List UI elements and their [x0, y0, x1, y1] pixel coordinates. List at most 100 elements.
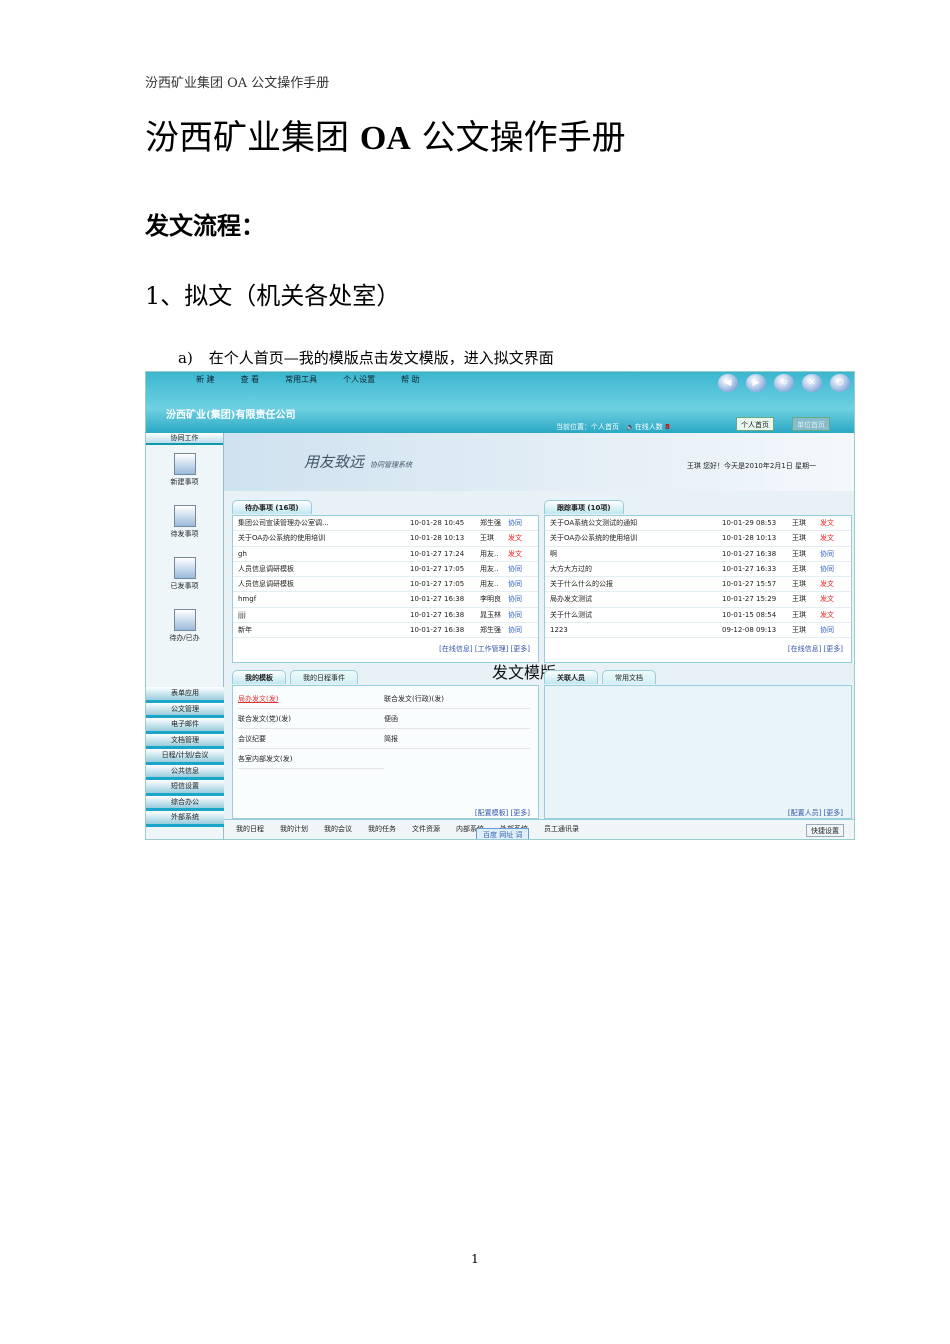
table-row[interactable]: 1223 09-12-08 09:13 王琪 协同 — [545, 623, 851, 639]
table-row[interactable]: 局办发文测试 10-01-27 15:29 王琪 发文 — [545, 592, 851, 608]
sidebar-item-forms[interactable]: 表单应用 — [146, 687, 224, 703]
sidebar-item-external[interactable]: 外部系统 — [146, 811, 224, 827]
panel-links[interactable]: [在线信息] [工作管理] [更多] — [233, 644, 538, 654]
item-date: 10-01-28 10:13 — [410, 534, 465, 543]
table-row[interactable]: 大方大方过的 10-01-27 16:33 王琪 协同 — [545, 562, 851, 578]
close-icon[interactable]: ✕ — [802, 374, 822, 392]
item-date: 10-01-27 17:05 — [410, 564, 465, 573]
item-person: 王琪 — [792, 626, 806, 635]
table-row[interactable]: 新年 10-01-27 16:38 郑生强 协同 — [233, 623, 538, 639]
item-kind: 发文 — [820, 519, 834, 527]
sidebar-item-public[interactable]: 公共信息 — [146, 764, 224, 780]
refresh-icon[interactable]: ↻ — [774, 374, 794, 392]
bottom-task[interactable]: 我的任务 — [368, 824, 396, 837]
table-row[interactable]: 集团公司宣读管理办公室调... 10-01-28 10:45 郑生强 协同 — [233, 516, 538, 532]
item-person: 王琪 — [480, 534, 494, 543]
menu-help[interactable]: 帮 助 — [401, 374, 420, 385]
item-person: 晁玉林 — [480, 610, 501, 619]
sidebar-item-email[interactable]: 电子邮件 — [146, 718, 224, 734]
item-title: 集团公司宣读管理办公室调... — [238, 519, 329, 527]
bottom-schedule[interactable]: 我的日程 — [236, 824, 264, 837]
item-date: 10-01-28 10:13 — [722, 534, 777, 543]
item-title: 人员信息调研模板 — [238, 564, 294, 573]
menu-new[interactable]: 新 建 — [196, 374, 215, 385]
item-date: 10-01-27 15:57 — [722, 580, 777, 589]
item-date: 10-01-27 16:38 — [410, 610, 465, 619]
sidebar-new[interactable]: 新建事项 — [146, 453, 223, 497]
sidebar-pending-send[interactable]: 待发事项 — [146, 505, 223, 549]
contacts-links[interactable]: [配置人员] [更多] — [788, 808, 851, 818]
table-row[interactable]: 关于什么什么的公报 10-01-27 15:57 王琪 发文 — [545, 577, 851, 593]
item-title: 关于OA办公系统的使用培训 — [238, 534, 326, 543]
menu-view[interactable]: 查 看 — [241, 374, 260, 385]
sidebar-item-documents[interactable]: 公文管理 — [146, 702, 224, 718]
item-person: 王琪 — [792, 595, 806, 604]
menu-settings[interactable]: 个人设置 — [343, 374, 375, 385]
sidebar-item-office[interactable]: 综合办公 — [146, 795, 224, 811]
forward-icon[interactable]: ▶ — [746, 374, 766, 392]
tab-my-schedule[interactable]: 我的日程事件 — [290, 670, 358, 684]
item-person: 王琪 — [792, 549, 806, 558]
banner: 用友致远 协同管理系统 王琪 您好！今天是2010年2月1日 星期一 — [224, 433, 854, 491]
template-item[interactable]: 会议纪要 — [238, 734, 384, 749]
tab-contacts[interactable]: 关联人员 — [544, 670, 598, 684]
sidebar-item-sms[interactable]: 短信设置 — [146, 780, 224, 796]
tab-pending[interactable]: 待办事项 (16项) — [232, 500, 312, 514]
item-person: 李明良 — [480, 595, 501, 604]
template-item[interactable]: 联合发文(行政)(发) — [384, 694, 530, 709]
item-person: 用友.. — [480, 564, 499, 573]
item-kind: 协同 — [820, 549, 834, 558]
bottom-directory[interactable]: 员工通讯录 — [544, 824, 579, 837]
unit-home-button[interactable]: 单位首页 — [792, 417, 830, 431]
sidebar: 协同工作 新建事项 待发事项 已发事项 待办/已办 表单应用 公文管理 电子邮件… — [146, 433, 224, 839]
sidebar-sent[interactable]: 已发事项 — [146, 557, 223, 601]
page-number: 1 — [471, 1252, 479, 1266]
template-links[interactable]: [配置模板] [更多] — [475, 808, 538, 818]
bottom-resources[interactable]: 文件资源 — [412, 824, 440, 837]
bottom-plan[interactable]: 我的计划 — [280, 824, 308, 837]
table-row[interactable]: 啊 10-01-27 16:38 王琪 协同 — [545, 547, 851, 562]
table-row[interactable]: 人员信息调研模板 10-01-27 17:05 用友.. 协同 — [233, 562, 538, 578]
item-kind: 发文 — [508, 549, 522, 558]
item-title: 新年 — [238, 626, 252, 635]
template-item[interactable]: 联合发文(党)(发) — [238, 714, 384, 729]
item-date: 10-01-27 16:38 — [410, 626, 465, 635]
table-row[interactable]: hmgf 10-01-27 16:38 李明良 协同 — [233, 592, 538, 608]
sidebar-item-schedule[interactable]: 日程/计划/会议 — [146, 749, 224, 765]
item-kind: 协同 — [508, 595, 522, 604]
running-header: 汾西矿业集团 OA 公文操作手册 — [145, 76, 330, 91]
template-item[interactable]: 局办发文(发) — [238, 694, 384, 709]
panel-links[interactable]: [在线信息] [更多] — [545, 644, 851, 654]
item-date: 10-01-15 08:54 — [722, 610, 777, 619]
sidebar-item-files[interactable]: 文档管理 — [146, 733, 224, 749]
search-bar[interactable]: 百度 网址 词 — [476, 828, 530, 839]
tab-common-docs[interactable]: 常用文档 — [602, 670, 656, 684]
logout-icon[interactable]: ⏻ — [830, 374, 850, 392]
item-kind: 发文 — [508, 534, 522, 543]
table-row[interactable]: jjjj 10-01-27 16:38 晁玉林 协同 — [233, 608, 538, 624]
contacts-panel: [配置人员] [更多] — [544, 685, 852, 819]
template-item[interactable]: 各室内部发文(发) — [238, 754, 384, 769]
personal-home-button[interactable]: 个人首页 — [736, 417, 774, 431]
tab-tracking[interactable]: 跟踪事项 (10项) — [544, 500, 624, 514]
quick-settings-button[interactable]: 快捷设置 — [806, 824, 844, 837]
table-row[interactable]: 关于OA办公系统的使用培训 10-01-28 10:13 王琪 发文 — [545, 531, 851, 547]
table-row[interactable]: 关于OA系统公文测试的通知 10-01-29 08:53 王琪 发文 — [545, 516, 851, 532]
pending-send-icon — [173, 505, 196, 527]
tab-my-templates[interactable]: 我的模板 — [232, 670, 286, 684]
item-date: 10-01-27 17:24 — [410, 549, 465, 558]
table-row[interactable]: 关于OA办公系统的使用培训 10-01-28 10:13 王琪 发文 — [233, 531, 538, 547]
sidebar-todo[interactable]: 待办/已办 — [146, 609, 223, 653]
item-person: 郑生强 — [480, 519, 501, 527]
template-item[interactable]: 简报 — [384, 734, 530, 749]
template-item[interactable]: 便函 — [384, 714, 530, 729]
table-row[interactable]: 关于什么测试 10-01-15 08:54 王琪 发文 — [545, 608, 851, 624]
location: 当前位置：个人首页 🔈在线人数 8 — [556, 423, 670, 431]
table-row[interactable]: gh 10-01-27 17:24 用友.. 发文 — [233, 547, 538, 562]
menu-tools[interactable]: 常用工具 — [285, 374, 317, 385]
section-heading: 发文流程： — [145, 211, 265, 240]
item-date: 10-01-27 16:38 — [410, 595, 465, 604]
back-icon[interactable]: ◀ — [718, 374, 738, 392]
bottom-meeting[interactable]: 我的会议 — [324, 824, 352, 837]
table-row[interactable]: 人员信息调研模板 10-01-27 17:05 用友.. 协同 — [233, 577, 538, 593]
